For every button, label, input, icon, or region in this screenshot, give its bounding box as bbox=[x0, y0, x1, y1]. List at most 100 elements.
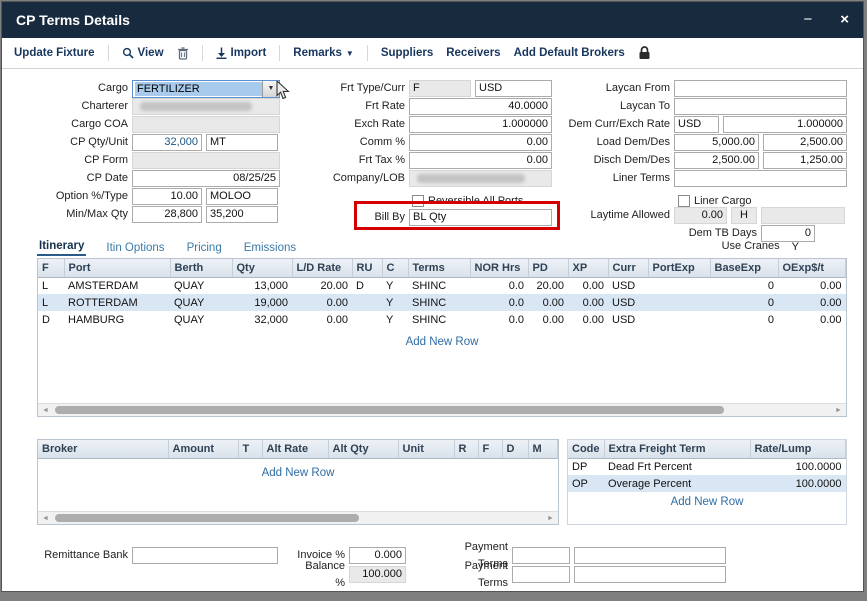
table-cell[interactable]: D bbox=[352, 277, 382, 294]
disch-dem-field[interactable]: 2,500.00 bbox=[674, 152, 759, 169]
cargo-dropdown[interactable]: FERTILIZER ▼ bbox=[132, 80, 280, 98]
table-cell[interactable]: Y bbox=[382, 277, 408, 294]
cargo-coa-field[interactable] bbox=[132, 116, 280, 133]
delete-button[interactable] bbox=[177, 47, 189, 60]
table-cell[interactable]: SHINC bbox=[408, 294, 470, 311]
scroll-left-icon[interactable]: ◄ bbox=[38, 515, 53, 522]
table-cell[interactable]: USD bbox=[608, 294, 648, 311]
liner-terms-field[interactable] bbox=[674, 170, 847, 187]
broker-add-new-row-link[interactable]: Add New Row bbox=[38, 467, 558, 479]
table-cell[interactable]: 100.0000 bbox=[750, 475, 846, 492]
table-cell[interactable]: 13,000 bbox=[232, 277, 292, 294]
remittance-bank-field[interactable] bbox=[132, 547, 278, 564]
table-cell[interactable]: L bbox=[38, 277, 64, 294]
load-dem-field[interactable]: 5,000.00 bbox=[674, 134, 759, 151]
table-cell[interactable]: 0.00 bbox=[528, 294, 568, 311]
table-cell[interactable]: D bbox=[38, 311, 64, 328]
table-cell[interactable]: USD bbox=[608, 277, 648, 294]
view-button[interactable]: View bbox=[122, 47, 164, 59]
table-cell[interactable]: 0.00 bbox=[778, 311, 846, 328]
table-cell[interactable]: DP bbox=[568, 458, 604, 475]
reversible-all-ports-checkbox[interactable] bbox=[412, 195, 424, 207]
balance-pct-field[interactable]: 100.000 bbox=[349, 566, 406, 583]
table-row[interactable]: DPDead Frt Percent100.0000 bbox=[568, 458, 846, 475]
scrollbar-thumb[interactable] bbox=[55, 514, 359, 522]
table-cell[interactable]: SHINC bbox=[408, 311, 470, 328]
table-cell[interactable]: 0.00 bbox=[568, 311, 608, 328]
table-cell[interactable]: USD bbox=[608, 311, 648, 328]
load-des-field[interactable]: 2,500.00 bbox=[763, 134, 847, 151]
table-cell[interactable]: SHINC bbox=[408, 277, 470, 294]
dem-curr-field[interactable]: USD bbox=[674, 116, 719, 133]
frt-type-field[interactable]: F bbox=[409, 80, 471, 97]
disch-des-field[interactable]: 1,250.00 bbox=[763, 152, 847, 169]
table-cell[interactable]: QUAY bbox=[170, 311, 232, 328]
option-type-field[interactable]: MOLOO bbox=[206, 188, 278, 205]
table-cell[interactable] bbox=[648, 277, 710, 294]
liner-cargo-checkbox[interactable] bbox=[678, 195, 690, 207]
tab-pricing[interactable]: Pricing bbox=[185, 242, 224, 256]
table-cell[interactable]: 0.0 bbox=[470, 294, 528, 311]
frt-curr-field[interactable]: USD bbox=[475, 80, 552, 97]
laycan-from-field[interactable] bbox=[674, 80, 847, 97]
add-default-brokers-button[interactable]: Add Default Brokers bbox=[514, 47, 625, 59]
max-qty-field[interactable]: 35,200 bbox=[206, 206, 278, 223]
table-cell[interactable]: QUAY bbox=[170, 277, 232, 294]
table-cell[interactable] bbox=[648, 294, 710, 311]
scrollbar-thumb[interactable] bbox=[55, 406, 724, 414]
cp-date-field[interactable]: 08/25/25 bbox=[132, 170, 280, 187]
receivers-button[interactable]: Receivers bbox=[446, 47, 500, 59]
table-cell[interactable]: Dead Frt Percent bbox=[604, 458, 750, 475]
scroll-left-icon[interactable]: ◄ bbox=[38, 407, 53, 414]
tab-itinerary[interactable]: Itinerary bbox=[37, 240, 86, 256]
table-cell[interactable]: 32,000 bbox=[232, 311, 292, 328]
table-cell[interactable]: 0.00 bbox=[292, 311, 352, 328]
table-cell[interactable]: 0.00 bbox=[778, 277, 846, 294]
tab-itin-options[interactable]: Itin Options bbox=[104, 242, 166, 256]
scrollbar-track[interactable] bbox=[53, 512, 543, 524]
close-icon[interactable]: × bbox=[840, 2, 849, 38]
table-cell[interactable]: 0.00 bbox=[568, 277, 608, 294]
option-pct-field[interactable]: 10.00 bbox=[132, 188, 202, 205]
charterer-field[interactable] bbox=[132, 98, 280, 115]
laytime-allowed-field[interactable]: 0.00 bbox=[674, 207, 727, 224]
table-cell[interactable]: L bbox=[38, 294, 64, 311]
frt-tax-pct-field[interactable]: 0.00 bbox=[409, 152, 552, 169]
scroll-right-icon[interactable]: ► bbox=[543, 515, 558, 522]
payment-terms-desc-field[interactable] bbox=[574, 547, 726, 564]
table-cell[interactable]: ROTTERDAM bbox=[64, 294, 170, 311]
table-cell[interactable]: 20.00 bbox=[292, 277, 352, 294]
itinerary-horizontal-scrollbar[interactable]: ◄ ► bbox=[38, 403, 846, 416]
table-cell[interactable]: 19,000 bbox=[232, 294, 292, 311]
table-cell[interactable]: QUAY bbox=[170, 294, 232, 311]
cp-unit-field[interactable]: MT bbox=[206, 134, 278, 151]
tab-emissions[interactable]: Emissions bbox=[242, 242, 298, 256]
table-cell[interactable]: 0.00 bbox=[528, 311, 568, 328]
invoice-pct-field[interactable]: 0.000 bbox=[349, 547, 406, 564]
payment-terms-desc-field[interactable] bbox=[574, 566, 726, 583]
table-row[interactable]: DHAMBURGQUAY32,0000.00YSHINC0.00.000.00U… bbox=[38, 311, 846, 328]
table-cell[interactable]: Y bbox=[382, 311, 408, 328]
table-row[interactable]: LAMSTERDAMQUAY13,00020.00DYSHINC0.020.00… bbox=[38, 277, 846, 294]
dropdown-arrow-icon[interactable]: ▼ bbox=[262, 81, 279, 97]
table-cell[interactable]: AMSTERDAM bbox=[64, 277, 170, 294]
cp-qty-field[interactable]: 32,000 bbox=[132, 134, 202, 151]
table-cell[interactable]: 0.0 bbox=[470, 277, 528, 294]
laytime-extra-field[interactable] bbox=[761, 207, 845, 224]
bill-by-field[interactable]: BL Qty bbox=[409, 209, 552, 226]
table-cell[interactable]: OP bbox=[568, 475, 604, 492]
table-cell[interactable]: 0 bbox=[710, 311, 778, 328]
use-cranes-value[interactable]: Y bbox=[792, 241, 799, 253]
lock-button[interactable] bbox=[638, 46, 651, 60]
table-cell[interactable]: 0 bbox=[710, 277, 778, 294]
table-cell[interactable]: Overage Percent bbox=[604, 475, 750, 492]
min-qty-field[interactable]: 28,800 bbox=[132, 206, 202, 223]
table-cell[interactable]: 0.00 bbox=[778, 294, 846, 311]
comm-pct-field[interactable]: 0.00 bbox=[409, 134, 552, 151]
broker-horizontal-scrollbar[interactable]: ◄ ► bbox=[38, 511, 558, 524]
dem-exch-rate-field[interactable]: 1.000000 bbox=[723, 116, 847, 133]
itinerary-add-new-row-link[interactable]: Add New Row bbox=[38, 336, 846, 348]
table-cell[interactable]: 0.0 bbox=[470, 311, 528, 328]
table-cell[interactable] bbox=[352, 294, 382, 311]
frt-rate-field[interactable]: 40.0000 bbox=[409, 98, 552, 115]
